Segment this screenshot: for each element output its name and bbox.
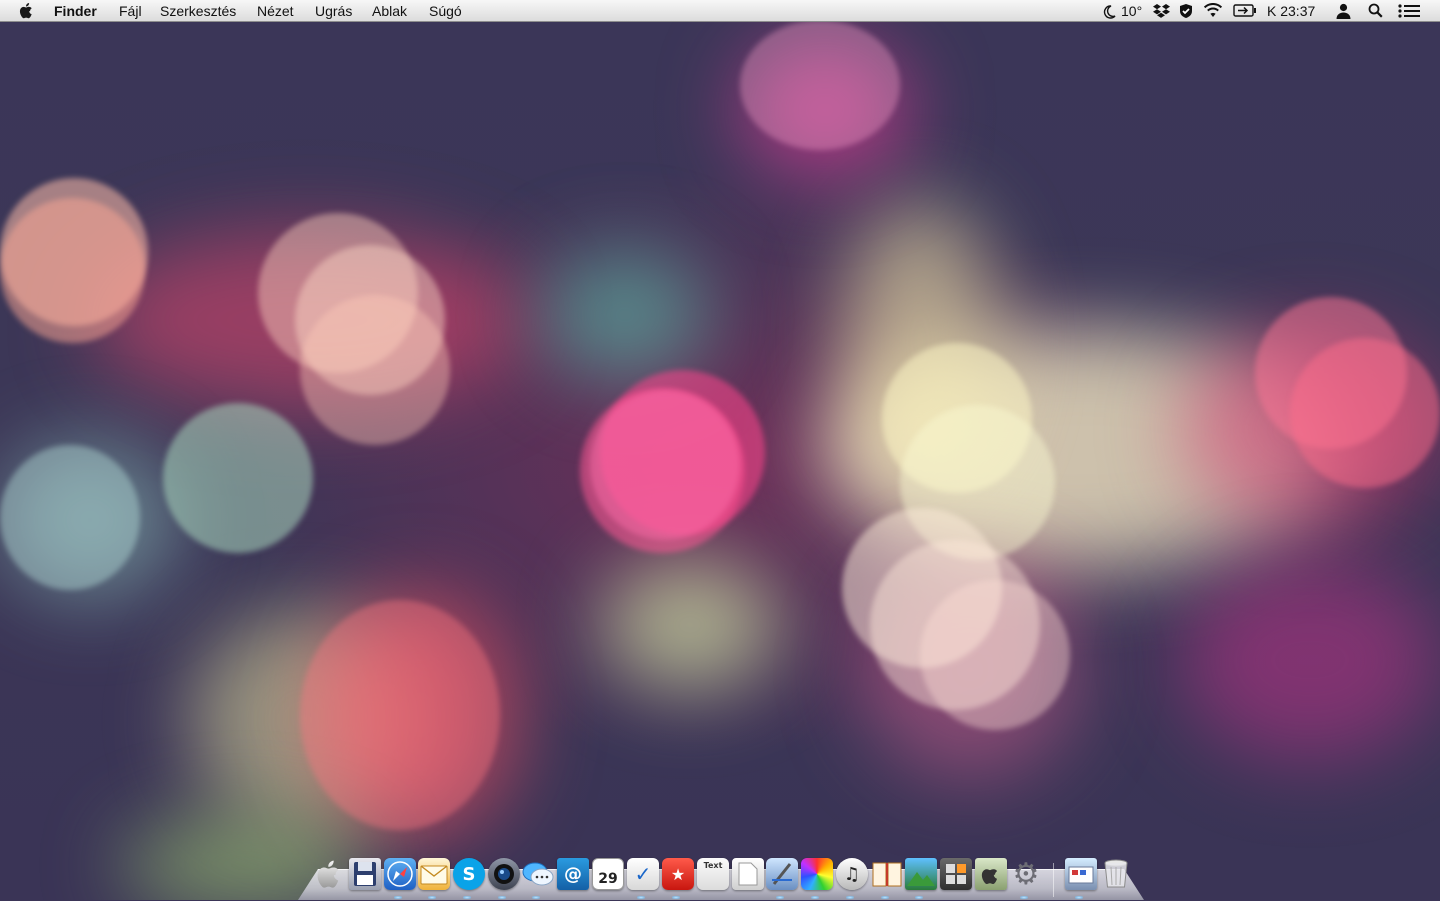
running-indicator bbox=[394, 896, 402, 899]
dock-item-system-preferences[interactable]: ⚙ bbox=[1010, 856, 1042, 892]
textedit-icon: Text bbox=[703, 861, 723, 870]
xcode-icon bbox=[772, 863, 792, 885]
battery-charging-icon[interactable] bbox=[1233, 4, 1257, 17]
shield-check-icon[interactable] bbox=[1178, 3, 1194, 19]
dock-item-xcode[interactable] bbox=[766, 858, 798, 890]
running-indicator bbox=[915, 896, 923, 899]
dock-item-reminders[interactable]: ✓ bbox=[627, 858, 659, 890]
dock-item-ibooks[interactable] bbox=[871, 858, 903, 890]
dock-item-downloads[interactable] bbox=[1065, 858, 1097, 890]
dock-item-messages[interactable] bbox=[522, 858, 554, 890]
downloads-stack-icon bbox=[1068, 866, 1094, 884]
desktop-wallpaper bbox=[0, 0, 1440, 900]
apple-menu-icon[interactable] bbox=[19, 2, 35, 19]
menu-bar: Finder Fájl Szerkesztés Nézet Ugrás Abla… bbox=[0, 0, 1440, 22]
wifi-icon[interactable] bbox=[1203, 3, 1223, 18]
running-indicator bbox=[1075, 896, 1083, 899]
dock-item-skype[interactable]: S bbox=[453, 858, 485, 890]
running-indicator bbox=[532, 896, 540, 899]
menu-help[interactable]: Súgó bbox=[429, 2, 462, 20]
dock-item-apple[interactable] bbox=[314, 858, 346, 890]
running-indicator bbox=[428, 896, 436, 899]
calculator-icon bbox=[946, 864, 966, 884]
dock-item-camera[interactable] bbox=[488, 858, 520, 890]
app-menu-finder[interactable]: Finder bbox=[54, 2, 97, 20]
dock-item-preview[interactable] bbox=[732, 858, 764, 890]
dropbox-icon[interactable] bbox=[1153, 3, 1170, 19]
dock-item-itunes[interactable]: ♫ bbox=[836, 858, 868, 890]
reminders-icon: ✓ bbox=[634, 862, 652, 886]
skype-icon: S bbox=[462, 863, 476, 885]
dock-item-colors[interactable] bbox=[801, 858, 833, 890]
running-indicator bbox=[463, 896, 471, 899]
safari-icon bbox=[387, 861, 413, 887]
trash-icon bbox=[1104, 859, 1128, 888]
menu-file[interactable]: Fájl bbox=[119, 2, 142, 20]
dock-item-floppy[interactable] bbox=[349, 858, 381, 890]
dock-item-address-book[interactable]: @ bbox=[557, 858, 589, 890]
notification-center-icon[interactable] bbox=[1398, 3, 1420, 19]
floppy-icon bbox=[354, 862, 376, 886]
dock-item-utility[interactable] bbox=[975, 858, 1007, 890]
menu-window[interactable]: Ablak bbox=[372, 2, 407, 20]
apple-icon bbox=[317, 860, 339, 888]
photos-icon bbox=[907, 872, 935, 886]
dock-item-calendar[interactable]: 29 bbox=[592, 858, 624, 890]
mail-icon bbox=[420, 865, 448, 885]
dock-item-safari[interactable] bbox=[384, 858, 416, 890]
preview-icon bbox=[738, 862, 758, 886]
menu-go[interactable]: Ugrás bbox=[315, 2, 352, 20]
weather-status[interactable]: 10° bbox=[1102, 2, 1150, 20]
bookmark-star-icon: ★ bbox=[670, 864, 686, 884]
messages-icon bbox=[522, 862, 554, 886]
running-indicator bbox=[637, 896, 645, 899]
spotlight-search-icon[interactable] bbox=[1368, 3, 1383, 18]
dock-item-bookmarks[interactable]: ★ bbox=[662, 858, 694, 890]
running-indicator bbox=[881, 896, 889, 899]
user-icon[interactable] bbox=[1336, 3, 1351, 19]
menu-edit[interactable]: Szerkesztés bbox=[160, 2, 236, 20]
running-indicator bbox=[1020, 896, 1028, 899]
moon-icon bbox=[1103, 5, 1116, 19]
running-indicator bbox=[672, 896, 680, 899]
address-book-icon: @ bbox=[564, 863, 582, 885]
menu-view[interactable]: Nézet bbox=[257, 2, 294, 20]
utility-icon bbox=[981, 869, 998, 885]
itunes-icon: ♫ bbox=[843, 863, 861, 885]
dock-item-trash[interactable] bbox=[1100, 858, 1132, 890]
camera-icon bbox=[494, 864, 514, 884]
system-preferences-icon: ⚙ bbox=[1012, 856, 1040, 892]
ibooks-icon bbox=[872, 862, 902, 887]
calendar-icon: 29 bbox=[598, 871, 618, 887]
running-indicator bbox=[811, 896, 819, 899]
running-indicator bbox=[776, 896, 784, 899]
dock: S @ 29 ✓ ★ Text ♫ ⚙ bbox=[298, 853, 1144, 900]
dock-item-calculator[interactable] bbox=[940, 858, 972, 890]
weather-temperature: 10° bbox=[1121, 3, 1143, 19]
dock-item-mail[interactable] bbox=[418, 858, 450, 890]
clock[interactable]: K 23:37 bbox=[1267, 2, 1315, 20]
running-indicator bbox=[498, 896, 506, 899]
running-indicator bbox=[846, 896, 854, 899]
dock-separator bbox=[1053, 863, 1054, 897]
dock-item-photos[interactable] bbox=[905, 858, 937, 890]
dock-item-textedit[interactable]: Text bbox=[697, 858, 729, 890]
